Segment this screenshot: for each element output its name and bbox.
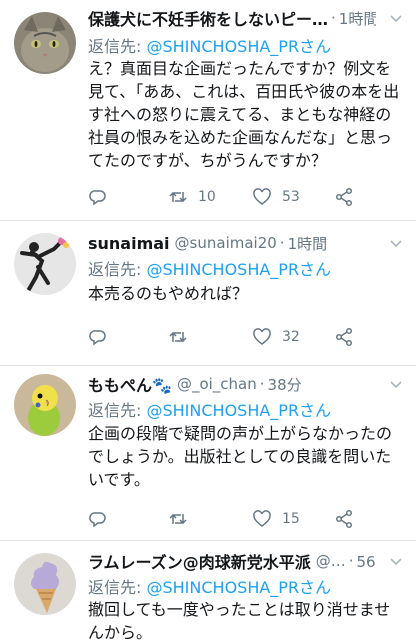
reply-to-link[interactable]: @SHINCHOSHA_PRさん <box>146 578 331 597</box>
retweet-icon <box>169 331 187 343</box>
timestamp[interactable]: 56分 <box>357 551 376 572</box>
separator-dot: · <box>279 234 285 252</box>
share-icon <box>335 509 353 529</box>
action-bar: 32 <box>88 327 402 349</box>
chevron-down-icon[interactable] <box>388 376 404 392</box>
tweet[interactable]: ラムレーズン@肉球新党水平派 @… · 56分 返信先: @SHINCHOSHA… <box>0 541 416 642</box>
parakeet-avatar-icon <box>14 374 76 436</box>
reply-icon <box>89 512 106 528</box>
like-count: 32 <box>282 329 300 345</box>
like-count: 15 <box>282 511 300 527</box>
reply-to-link[interactable]: @SHINCHOSHA_PRさん <box>146 37 331 56</box>
heart-icon <box>253 188 271 205</box>
chevron-down-icon[interactable] <box>388 553 404 569</box>
user-handle[interactable]: @… <box>316 552 346 570</box>
display-name[interactable]: ももぺん🐾 <box>88 372 172 396</box>
action-bar: 10 53 <box>88 187 402 209</box>
retweet-button[interactable] <box>168 509 198 529</box>
retweet-button[interactable] <box>168 327 198 347</box>
separator-dot: · <box>259 375 265 393</box>
timestamp[interactable]: 1時間 <box>288 233 328 254</box>
tweet-text: 撤回しても一度やったことは取り消せませんから。 <box>88 600 391 642</box>
reply-to-link[interactable]: @SHINCHOSHA_PRさん <box>146 401 331 420</box>
reply-context: 返信先: @SHINCHOSHA_PRさん <box>88 33 331 57</box>
tweet[interactable]: sunaimai @sunaimai20 · 1時間 返信先: @SHINCHO… <box>0 221 416 366</box>
retweet-icon <box>169 191 187 203</box>
reply-icon <box>89 190 106 206</box>
chevron-down-icon[interactable] <box>388 10 404 26</box>
reply-prefix: 返信先: <box>88 260 147 279</box>
heart-icon <box>253 510 271 527</box>
like-button[interactable]: 32 <box>252 327 300 347</box>
cat-avatar-icon <box>14 12 76 74</box>
tweet-text: 企画の段階で疑問の声が上がらなかったのでしょうか。出版社としての良識を問いたいで… <box>88 424 393 489</box>
user-handle[interactable]: @sunaimai20 <box>175 234 277 252</box>
share-button[interactable] <box>334 187 354 207</box>
reply-icon <box>89 330 106 346</box>
tweet[interactable]: 保護犬に不妊手術をしないピー… · 1時間 返信先: @SHINCHOSHA_P… <box>0 0 416 221</box>
reply-context: 返信先: @SHINCHOSHA_PRさん <box>88 574 331 598</box>
reply-button[interactable] <box>88 327 118 347</box>
flower-thrower-avatar-icon <box>14 233 76 295</box>
share-icon <box>335 187 353 207</box>
avatar[interactable] <box>14 233 76 295</box>
separator-dot: · <box>348 552 354 570</box>
reply-to-link[interactable]: @SHINCHOSHA_PRさん <box>146 260 331 279</box>
like-count: 53 <box>282 189 300 205</box>
separator-dot: · <box>331 9 336 27</box>
timestamp[interactable]: 1時間 <box>339 8 376 29</box>
timestamp[interactable]: 38分 <box>268 374 302 395</box>
display-name[interactable]: sunaimai <box>88 234 170 253</box>
reply-button[interactable] <box>88 509 118 529</box>
share-icon <box>335 327 353 347</box>
avatar[interactable] <box>14 374 76 436</box>
tweet-text: 本売るのもやめれば？ <box>88 284 249 303</box>
display-name[interactable]: 保護犬に不妊手術をしないピー… <box>88 6 328 30</box>
soft-serve-avatar-icon <box>14 553 76 615</box>
user-handle[interactable]: @_oi_chan <box>177 375 257 393</box>
tweet-text: え？真面目な企画だったんですか？例文を見て、「ああ、これは、百田氏や彼の本を出す… <box>88 59 400 170</box>
retweet-button[interactable]: 10 <box>168 187 216 207</box>
avatar[interactable] <box>14 553 76 615</box>
tweet[interactable]: ももぺん🐾 @_oi_chan · 38分 返信先: @SHINCHOSHA_P… <box>0 366 416 541</box>
reply-prefix: 返信先: <box>88 401 147 420</box>
reply-prefix: 返信先: <box>88 578 147 597</box>
retweet-icon <box>169 513 187 525</box>
reply-context: 返信先: @SHINCHOSHA_PRさん <box>88 397 331 421</box>
reply-context: 返信先: @SHINCHOSHA_PRさん <box>88 256 331 280</box>
retweet-count: 10 <box>198 189 216 205</box>
display-name[interactable]: ラムレーズン@肉球新党水平派 <box>88 549 311 573</box>
like-button[interactable]: 53 <box>252 187 300 207</box>
share-button[interactable] <box>334 509 354 529</box>
action-bar: 15 <box>88 509 402 531</box>
chevron-down-icon[interactable] <box>388 235 404 251</box>
reply-button[interactable] <box>88 187 118 207</box>
avatar[interactable] <box>14 12 76 74</box>
share-button[interactable] <box>334 327 354 347</box>
heart-icon <box>253 328 271 345</box>
like-button[interactable]: 15 <box>252 509 300 529</box>
reply-prefix: 返信先: <box>88 37 147 56</box>
